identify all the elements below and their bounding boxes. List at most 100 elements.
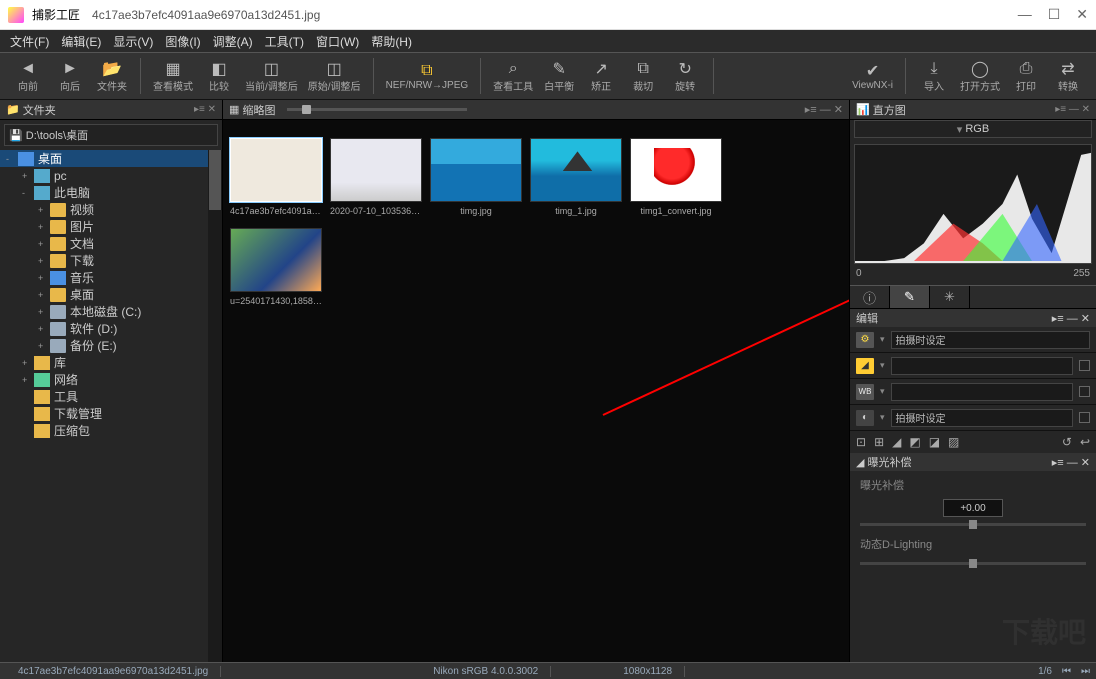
prev-page-button[interactable]: ⏮ xyxy=(1062,666,1071,677)
tb-convert[interactable]: ⇄转换 xyxy=(1048,58,1088,95)
tree-item[interactable]: +下载 xyxy=(0,252,222,269)
menu-adjust[interactable]: 调整(A) xyxy=(209,33,257,50)
tree-item[interactable]: +软件 (D:) xyxy=(0,320,222,337)
tree-item[interactable]: -桌面 xyxy=(0,150,222,167)
ctl-picture-row[interactable]: ◐ ▾ 拍摄时设定 xyxy=(850,405,1096,431)
tb-nef-jpeg[interactable]: ⧉NEF/NRW→JPEG xyxy=(382,60,473,93)
thumbnail-label: 2020-07-10_103536.jpg xyxy=(330,206,422,216)
undo-icon[interactable]: ↩ xyxy=(1080,435,1090,449)
tb-white-balance[interactable]: ✎白平衡 xyxy=(539,58,579,95)
tree-item[interactable]: 工具 xyxy=(0,388,222,405)
tree-item[interactable]: +视频 xyxy=(0,201,222,218)
tree-item[interactable]: +库 xyxy=(0,354,222,371)
next-page-button[interactable]: ⏭ xyxy=(1081,666,1090,677)
menu-image[interactable]: 图像(I) xyxy=(161,33,204,50)
tree-item[interactable]: +文档 xyxy=(0,235,222,252)
histo-panel-controls[interactable]: ▸≡ — ✕ xyxy=(1055,104,1090,115)
thumbnail-label: timg1_convert.jpg xyxy=(630,206,722,216)
menu-file[interactable]: 文件(F) xyxy=(6,33,53,50)
ctl-wb-row[interactable]: WB ▾ xyxy=(850,379,1096,405)
tree-item[interactable]: +桌面 xyxy=(0,286,222,303)
thumbnail-item[interactable]: timg1_convert.jpg xyxy=(629,138,723,216)
adj-icon-1[interactable]: ⊡ xyxy=(856,435,866,449)
tb-import[interactable]: ⤓导入 xyxy=(914,58,954,95)
tree-item[interactable]: +本地磁盘 (C:) xyxy=(0,303,222,320)
adj-icon-5[interactable]: ◪ xyxy=(929,435,940,449)
menu-help[interactable]: 帮助(H) xyxy=(367,33,416,50)
reset-icon[interactable]: ↺ xyxy=(1062,435,1072,449)
tree-scrollbar[interactable] xyxy=(208,150,222,662)
thumb-panel-controls[interactable]: ▸≡ — ✕ xyxy=(805,103,843,116)
tb-folder[interactable]: 📂文件夹 xyxy=(92,58,132,95)
menu-edit[interactable]: 编辑(E) xyxy=(57,33,105,50)
thumbnail-image xyxy=(530,138,622,202)
thumbnail-item[interactable]: 4c17ae3b7efc4091aa9e69... xyxy=(229,138,323,216)
app-icon xyxy=(8,7,24,23)
tb-before-after-1[interactable]: ◫当前/调整后 xyxy=(241,58,302,95)
tree-item[interactable]: 下载管理 xyxy=(0,405,222,422)
eyedropper-icon: ✎ xyxy=(549,60,569,78)
tree-item[interactable]: +网络 xyxy=(0,371,222,388)
exposure-section-header[interactable]: ◢ 曝光补偿 ▸≡ — ✕ xyxy=(850,453,1096,471)
settings-combo[interactable]: 拍摄时设定 xyxy=(891,331,1090,349)
edit-section-controls[interactable]: ▸≡ — ✕ xyxy=(1052,312,1090,325)
tb-rotate[interactable]: ↻旋转 xyxy=(665,58,705,95)
wb-combo[interactable] xyxy=(891,383,1073,401)
tree-item[interactable]: 压缩包 xyxy=(0,422,222,439)
maximize-button[interactable]: ☐ xyxy=(1048,6,1061,23)
minimize-button[interactable]: — xyxy=(1018,6,1032,23)
thumbnail-item[interactable]: timg_1.jpg xyxy=(529,138,623,216)
tb-print[interactable]: ⎙打印 xyxy=(1006,58,1046,95)
ctl-settings[interactable]: ⚙ ▾ 拍摄时设定 xyxy=(850,327,1096,353)
status-filename: 4c17ae3b7efc4091aa9e6970a13d2451.jpg xyxy=(6,666,221,677)
dlighting-slider[interactable] xyxy=(860,562,1086,565)
adj-icon-2[interactable]: ⊞ xyxy=(874,435,884,449)
menu-window[interactable]: 窗口(W) xyxy=(312,33,363,50)
tb-view-tool[interactable]: ⌕查看工具 xyxy=(489,58,537,95)
tree-item[interactable]: +pc xyxy=(0,167,222,184)
tab-info[interactable]: ⓘ xyxy=(850,286,890,308)
tree-item[interactable]: +音乐 xyxy=(0,269,222,286)
tb-forward[interactable]: ►向后 xyxy=(50,58,90,95)
folder-panel-title: 文件夹 xyxy=(23,102,56,118)
exposure-label: 曝光补偿 xyxy=(860,480,904,492)
rgb-selector[interactable]: ▾ RGB xyxy=(854,120,1092,138)
tb-crop[interactable]: ⧉裁切 xyxy=(623,58,663,95)
tb-back[interactable]: ◄向前 xyxy=(8,58,48,95)
adj-icon-4[interactable]: ◩ xyxy=(909,435,920,449)
folder-icon: 📁 xyxy=(6,103,20,116)
adj-icon-3[interactable]: ◢ xyxy=(892,435,901,449)
adj-icon-6[interactable]: ▨ xyxy=(948,435,959,449)
right-panel: 📊 直方图 ▸≡ — ✕ ▾ RGB 0 255 ⓘ ✎ ✳ 编辑 ▸≡ xyxy=(849,100,1096,662)
tb-view-mode[interactable]: ▦查看模式 xyxy=(149,58,197,95)
thumbnail-item[interactable]: timg.jpg xyxy=(429,138,523,216)
path-text: D:\tools\桌面 xyxy=(26,127,88,143)
exposure-slider[interactable] xyxy=(860,523,1086,526)
wb-checkbox[interactable] xyxy=(1079,386,1090,397)
tb-viewnx[interactable]: ✔ViewNX-i xyxy=(848,60,897,93)
path-bar[interactable]: 💾 D:\tools\桌面 xyxy=(4,124,218,146)
picture-checkbox[interactable] xyxy=(1079,412,1090,423)
exposure-value[interactable]: +0.00 xyxy=(943,499,1003,517)
tree-item[interactable]: -此电脑 xyxy=(0,184,222,201)
tab-effects[interactable]: ✳ xyxy=(930,286,970,308)
panel-collapse-icon[interactable]: ▸≡ ✕ xyxy=(194,104,216,115)
thumbnail-size-slider[interactable] xyxy=(287,108,467,111)
tb-correct[interactable]: ↗矫正 xyxy=(581,58,621,95)
tab-edit[interactable]: ✎ xyxy=(890,286,930,308)
ctl-exposure-row[interactable]: ◢ ▾ xyxy=(850,353,1096,379)
menu-view[interactable]: 显示(V) xyxy=(109,33,157,50)
menu-tools[interactable]: 工具(T) xyxy=(261,33,308,50)
close-button[interactable]: ✕ xyxy=(1076,6,1088,23)
thumbnail-item[interactable]: u=2540171430,18589162... xyxy=(229,228,323,306)
picture-combo[interactable]: 拍摄时设定 xyxy=(891,409,1073,427)
tb-compare[interactable]: ◧比较 xyxy=(199,58,239,95)
tb-open-with[interactable]: ◯打开方式 xyxy=(956,58,1004,95)
tree-item[interactable]: +备份 (E:) xyxy=(0,337,222,354)
tree-item[interactable]: +图片 xyxy=(0,218,222,235)
thumbnail-item[interactable]: 2020-07-10_103536.jpg xyxy=(329,138,423,216)
exposure-combo[interactable] xyxy=(891,357,1073,375)
folder-tree[interactable]: -桌面+pc-此电脑+视频+图片+文档+下载+音乐+桌面+本地磁盘 (C:)+软… xyxy=(0,150,222,662)
tb-before-after-2[interactable]: ◫原始/调整后 xyxy=(304,58,365,95)
exposure-checkbox[interactable] xyxy=(1079,360,1090,371)
